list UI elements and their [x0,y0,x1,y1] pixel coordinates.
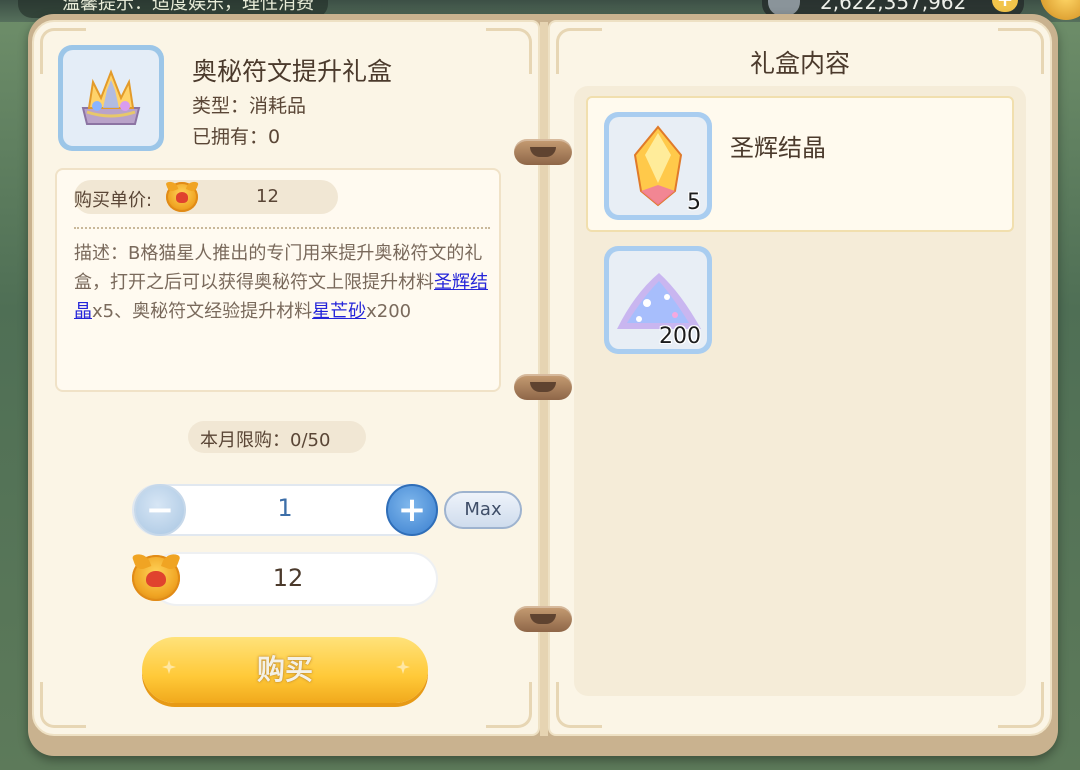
link-star-sand[interactable]: 星芒砂 [312,301,366,322]
star-sand-icon [617,273,701,329]
description-text: x5、奥秘符文经验提升材料 [92,301,313,322]
quantity-value[interactable]: 1 [260,494,310,522]
buy-button-label: 购买 [256,653,313,686]
coin-balance-value: 2,622,357,962 [820,0,967,14]
corner-ornament [486,682,532,728]
content-item-slot[interactable]: 200 [604,246,712,354]
golden-crystal-icon [633,125,683,207]
gift-box-icon [81,69,141,125]
monthly-limit-text: 本月限购：0/50 [200,430,331,451]
binder-ring [514,139,572,165]
decrease-quantity-button[interactable]: − [134,484,186,536]
notice-text: 温馨提示：适度娱乐，理性消费 [62,0,314,14]
total-price-value: 12 [272,564,304,592]
description-text: 描述：B格猫星人推出的专门用来提升奥秘符文的礼盒，打开之后可以获得奥秘符文上限提… [74,243,483,293]
buy-button[interactable]: 购买 [142,637,428,703]
item-title: 奥秘符文提升礼盒 [192,57,393,86]
unit-price-label: 购买单价: [74,190,153,211]
gift-contents-title: 礼盒内容 [750,49,851,78]
divider [74,227,490,229]
add-currency-button[interactable]: + [992,0,1018,12]
description-text: x200 [366,301,412,322]
binder-ring [514,606,572,632]
corner-ornament [486,28,532,74]
increase-quantity-button[interactable]: + [386,484,438,536]
content-item-slot[interactable]: 5 [604,112,712,220]
gold-cat-coin-icon [166,182,198,212]
gold-cat-coin-icon [132,555,180,601]
item-count: 5 [687,190,701,215]
item-count: 200 [659,324,701,349]
corner-ornament [998,28,1044,74]
corner-ornament [40,682,86,728]
unit-price-value: 12 [256,186,279,207]
content-item-name: 圣辉结晶 [730,134,826,162]
binder-ring [514,374,572,400]
corner-ornament [556,28,602,74]
item-type: 类型：消耗品 [192,95,307,117]
item-description: 描述：B格猫星人推出的专门用来提升奥秘符文的礼盒，打开之后可以获得奥秘符文上限提… [74,239,490,326]
item-owned-count: 已拥有：0 [192,126,281,148]
item-icon-frame [58,45,164,151]
max-quantity-button[interactable]: Max [444,491,522,529]
